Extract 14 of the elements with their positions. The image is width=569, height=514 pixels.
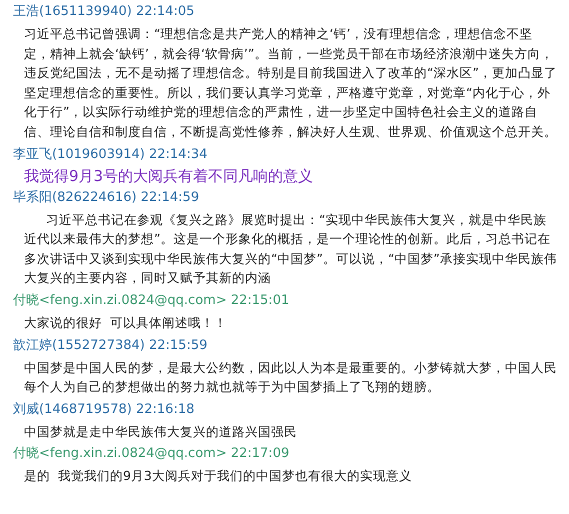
message-text: 我觉得9月3号的大阅兵有着不同凡响的意义 xyxy=(23,166,314,187)
message-header: 刘威(1468719578) 22:16:18 xyxy=(13,400,196,419)
message-header: 付晓<feng.xin.zi.0824@qq.com> 22:17:09 xyxy=(13,445,290,464)
message-header: 付晓<feng.xin.zi.0824@qq.com> 22:15:01 xyxy=(13,292,290,310)
message-header: 王浩(1651139940) 22:14:05 xyxy=(13,3,196,21)
message-text: 中国梦就是走中华民族伟大复兴的道路兴国强民 xyxy=(23,422,298,441)
message-text: 是的 我觉我们的9月3大阅兵对于我们的中国梦也有很大的实现意义 xyxy=(23,467,413,486)
message-header: 李亚飞(1019603914) 22:14:34 xyxy=(13,146,208,164)
message-text: 习近平总书记在参观《复兴之路》展览时提出：“实现中华民族伟大复兴，就是中华民族近代以来最伟大的梦想”。这是一个形象化的概括，是一个理论性的创新。此后，习总书记在多次讲话中又谈到实现中华民族伟大复兴的“中国梦”。可以说，“中国梦”承接实现中华民族伟大复兴的主要内容，同时又赋予其新的内涵 xyxy=(23,210,557,288)
message-text: 习近平总书记曾强调：“理想信念是共产党人的精神之‘钙’，没有理想信念，理想信念不坚定，精神上就会‘缺钙’，就会得‘软骨病’”。当前，一些党员干部在市场经济浪潮中迷失方向，违反党纪国法，无不是动摇了理想信念。特别是目前我国进入了改革的“深水区”，更加凸显了坚定理想信念的重要性。所以，我们要认真学习党章，严格遵守党章，对党章“内化于心，外化于行”，以实际行动维护党的理想信念的严肃性，进一步坚定中国特色社会主义的道路自信、理论自信和制度自信，不断提高党性修养，解决好人生观、世界观、价值观这个总开关。 xyxy=(23,25,557,141)
message-text: 大家说的很好 可以具体阐述哦！！ xyxy=(23,314,228,332)
message-header: 歆江婷(1552727384) 22:15:59 xyxy=(13,336,208,355)
message-header: 毕系阳(826224616) 22:14:59 xyxy=(13,188,200,207)
message-text: 中国梦是中国人民的梦，是最大公约数，因此以人为本是最重要的。小梦铸就大梦，中国人民每个人为自己的梦想做出的努力就也就等于为中国梦插上了飞翔的翅膀。 xyxy=(23,358,557,396)
